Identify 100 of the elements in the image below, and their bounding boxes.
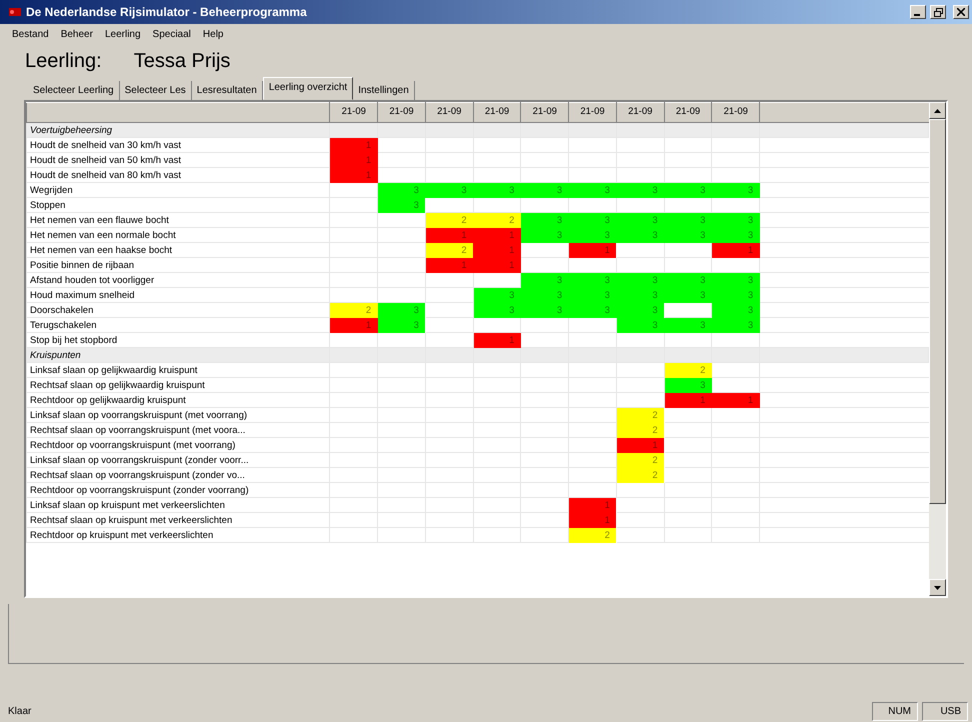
row-label: Rechtdoor op voorrangskruispunt (zonder voorrang) [26,482,330,498]
score-cell: 1 [473,332,521,348]
column-header[interactable]: 21-09 [330,102,378,122]
score-cell: 3 [616,212,664,228]
score-cell: 3 [664,318,712,332]
status-panel: NUM [872,702,918,720]
score-cell: 3 [712,302,760,318]
score-cell: 1 [330,152,378,168]
menu-item[interactable]: Leerling [104,26,141,42]
scroll-up-button[interactable] [929,102,946,119]
score-cell: 1 [473,258,521,272]
column-header[interactable]: 21-09 [378,102,426,122]
score-cell: 3 [520,182,569,198]
score-cell: 1 [330,318,378,332]
menu-item[interactable]: Help [202,26,224,42]
row-label: Rechtsaf slaan op gelijkwaardig kruispunt [26,378,330,392]
row-label: Stoppen [26,198,330,212]
score-cell: 1 [330,168,378,182]
row-label: Het nemen van een flauwe bocht [26,212,330,228]
close-button[interactable] [953,5,969,19]
column-header[interactable]: 21-09 [712,102,760,122]
score-cell: 2 [425,212,474,228]
score-cell: 2 [330,302,378,318]
score-cell: 3 [473,302,521,318]
section-header: Voertuigbeheersing [26,122,330,138]
score-cell: 3 [664,272,712,288]
score-cell: 3 [712,212,760,228]
menu-item[interactable]: Bestand [12,26,49,42]
score-cell: 2 [425,242,474,258]
restore-icon [934,8,943,16]
score-cell: 3 [616,302,664,318]
score-cell: 3 [520,272,569,288]
student-label: Leerling: [25,49,102,74]
score-cell: 1 [568,512,616,528]
score-cell: 2 [473,212,521,228]
score-cell: 3 [712,272,760,288]
score-cell: 1 [568,242,616,258]
score-cell: 3 [520,228,569,242]
row-label: Afstand houden tot voorligger [26,272,330,288]
column-header[interactable]: 21-09 [664,102,712,122]
score-cell: 3 [664,212,712,228]
row-label: Rechtsaf slaan op voorrangskruispunt (zonder vo... [26,468,330,482]
score-cell: 1 [425,258,474,272]
row-label: Wegrijden [26,182,330,198]
row-label: Houdt de snelheid van 50 km/h vast [26,152,330,168]
score-cell: 3 [712,182,760,198]
score-cell: 1 [330,138,378,152]
column-header[interactable]: 21-09 [568,102,616,122]
score-cell: 3 [664,378,712,392]
score-cell: 3 [664,228,712,242]
window-title: De Nederlandse Rijsimulator - Beheerprogramma [26,4,308,21]
row-label: Terugschakelen [26,318,330,332]
score-cell: 1 [473,228,521,242]
app-icon [8,6,22,18]
scrollbar[interactable] [929,102,946,596]
row-label: Het nemen van een haakse bocht [26,242,330,258]
score-cell: 3 [616,182,664,198]
status-text: Klaar [8,704,32,718]
score-cell: 3 [425,182,474,198]
score-cell: 3 [568,228,616,242]
score-cell: 1 [616,438,664,452]
menu-item[interactable]: Speciaal [152,26,191,42]
row-label: Rechtsaf slaan op voorrangskruispunt (met voora... [26,422,330,438]
score-cell: 3 [568,302,616,318]
row-label: Linksaf slaan op gelijkwaardig kruispunt [26,362,330,378]
scrollbar-thumb[interactable] [929,119,946,504]
score-cell: 3 [712,318,760,332]
score-cell: 3 [712,288,760,302]
up-arrow-icon [934,108,941,112]
score-cell: 1 [425,228,474,242]
row-label: Rechtdoor op gelijkwaardig kruispunt [26,392,330,408]
score-cell: 1 [664,392,712,408]
score-cell: 3 [378,302,426,318]
column-header[interactable]: 21-09 [616,102,664,122]
score-cell: 3 [378,198,426,212]
restore-button[interactable] [930,5,946,19]
tab[interactable]: Leerling overzicht [262,77,354,100]
student-name: Tessa Prijs [134,49,230,74]
score-cell: 2 [616,452,664,468]
scroll-down-button[interactable] [929,579,946,596]
score-cell: 3 [664,288,712,302]
row-label: Linksaf slaan op voorrangskruispunt (met voorrang) [26,408,330,422]
score-cell: 1 [473,242,521,258]
row-label: Houd maximum snelheid [26,288,330,302]
score-cell: 3 [520,288,569,302]
status-panel: USB [922,702,968,720]
column-header[interactable]: 21-09 [425,102,474,122]
score-cell: 3 [616,228,664,242]
section-header: Kruispunten [26,348,330,362]
score-cell: 2 [568,528,616,542]
score-cell: 1 [712,392,760,408]
down-arrow-icon [934,586,941,590]
column-header[interactable]: 21-09 [473,102,521,122]
menu-item[interactable]: Beheer [60,26,93,42]
score-cell: 3 [473,182,521,198]
column-header[interactable]: 21-09 [520,102,569,122]
score-cell: 3 [378,182,426,198]
minimize-button[interactable] [910,5,926,19]
score-cell: 2 [664,362,712,378]
score-cell: 1 [712,242,760,258]
